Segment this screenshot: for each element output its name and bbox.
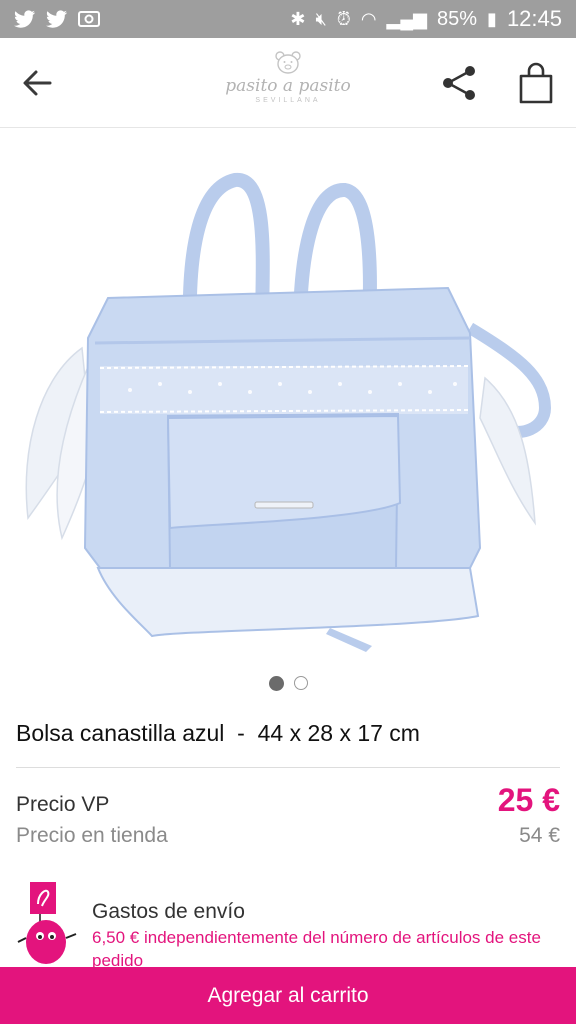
carousel-dot[interactable] bbox=[293, 676, 308, 690]
twitter-icon bbox=[14, 10, 35, 28]
shipping-description: 6,50 € independientemente del número de … bbox=[92, 928, 541, 970]
store-price-label: Precio en tienda bbox=[16, 824, 168, 847]
price-vp-row: Precio VP 25 € bbox=[16, 782, 560, 819]
price-vp-value: 25 € bbox=[497, 782, 560, 818]
add-to-cart-button[interactable]: Agregar al carrito bbox=[0, 967, 576, 1024]
app-header: pasito a pasito SEVILLANA bbox=[0, 38, 576, 128]
status-bar: ✱ 🔇︎ ⏰︎ ◠ ▂▄▆ 85% ▮ 12:45 bbox=[0, 0, 576, 38]
bluetooth-icon: ✱ bbox=[290, 9, 306, 29]
share-icon[interactable] bbox=[440, 64, 480, 102]
divider bbox=[16, 767, 560, 768]
store-price-row: Precio en tienda 54 € bbox=[16, 824, 560, 848]
mascot-icon bbox=[17, 882, 77, 964]
mute-icon: 🔇︎ bbox=[315, 9, 327, 29]
shipping-title: Gastos de envío bbox=[92, 900, 245, 923]
bear-logo-icon bbox=[275, 51, 301, 74]
alarm-icon: ⏰︎ bbox=[336, 9, 351, 29]
status-notifications bbox=[14, 10, 100, 28]
brand-logo[interactable]: pasito a pasito SEVILLANA bbox=[200, 50, 376, 120]
product-title: Bolsa canastilla azul - 44 x 28 x 17 cm bbox=[16, 720, 420, 746]
status-system: ✱ 🔇︎ ⏰︎ ◠ ▂▄▆ 85% ▮ 12:45 bbox=[290, 6, 562, 32]
logo-subtitle: SEVILLANA bbox=[255, 97, 321, 104]
product-image[interactable] bbox=[0, 128, 576, 668]
image-icon bbox=[78, 11, 100, 27]
status-time: 12:45 bbox=[506, 6, 562, 31]
back-arrow-icon[interactable] bbox=[20, 66, 56, 100]
battery-percent: 85% bbox=[437, 7, 478, 30]
twitter-icon bbox=[46, 10, 67, 28]
price-vp-label: Precio VP bbox=[16, 793, 110, 816]
carousel-indicator bbox=[0, 676, 576, 691]
store-price-value: 54 € bbox=[519, 824, 560, 847]
wifi-icon: ◠ bbox=[360, 9, 377, 29]
battery-icon: ▮ bbox=[487, 9, 497, 29]
logo-text: pasito a pasito bbox=[225, 76, 351, 96]
carousel-dot-active[interactable] bbox=[268, 676, 284, 691]
shopping-bag-icon[interactable] bbox=[516, 62, 556, 104]
signal-icon: ▂▄▆ bbox=[386, 9, 427, 29]
